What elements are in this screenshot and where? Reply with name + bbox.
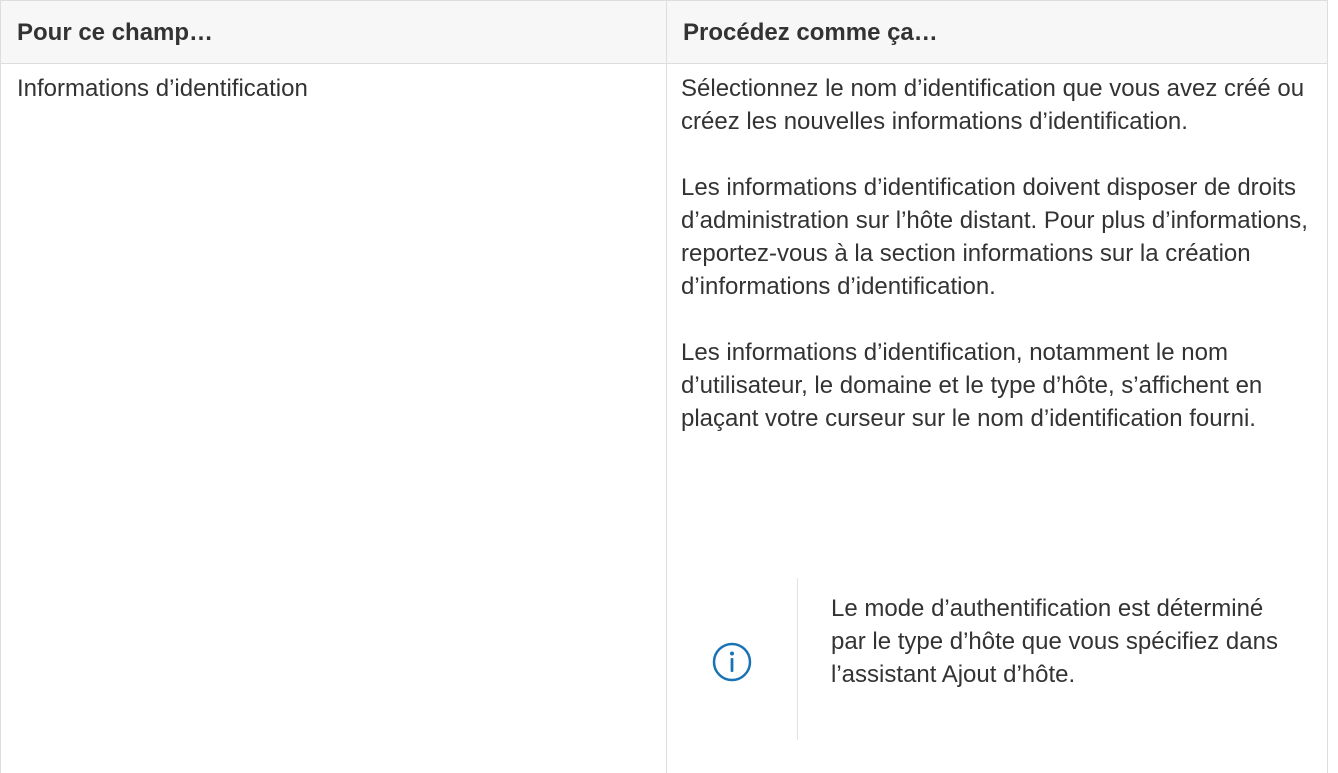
column-divider	[666, 0, 667, 773]
instruction-paragraph-2: Les informations d’identification doiven…	[681, 174, 1308, 300]
instruction-paragraph-1: Sélectionnez le nom d’identification que…	[681, 75, 1305, 135]
instruction-paragraph-3: Les informations d’identification, notam…	[681, 339, 1263, 432]
header-field-column: Pour ce champ…	[17, 19, 214, 46]
note-divider	[797, 578, 798, 740]
table-left-border	[0, 0, 1, 773]
field-name-cell: Informations d’identification	[17, 75, 308, 102]
note-text: Le mode d’authentification est déterminé…	[831, 595, 1278, 688]
info-note: Le mode d’authentification est déterminé…	[681, 574, 1321, 740]
procedure-table: Pour ce champ… Procédez comme ça… Inform…	[0, 0, 1328, 773]
table-right-border	[1327, 0, 1328, 773]
instructions-cell: Sélectionnez le nom d’identification que…	[681, 72, 1316, 468]
table-header-row: Pour ce champ… Procédez comme ça…	[0, 0, 1328, 64]
info-icon	[707, 637, 757, 687]
header-action-column: Procédez comme ça…	[683, 19, 938, 46]
